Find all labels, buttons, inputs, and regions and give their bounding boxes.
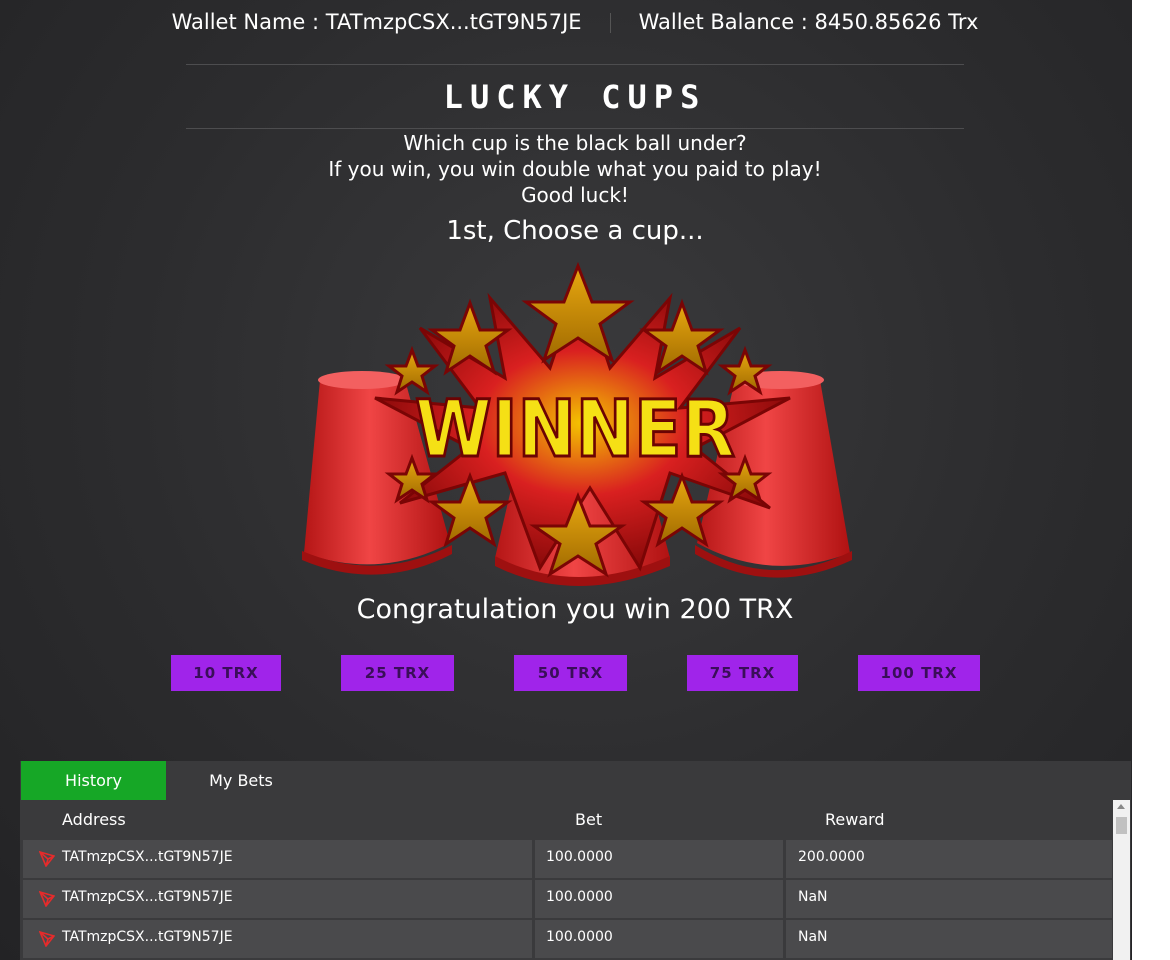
instruction-line: If you win, you win double what you paid… — [328, 157, 822, 181]
bet-cell: 100.0000 — [546, 929, 613, 945]
reward-cell: NaN — [798, 889, 828, 905]
column-header: Bet — [575, 810, 603, 829]
divider — [186, 128, 964, 129]
address-cell: TATmzpCSX...tGT9N57JE — [62, 849, 233, 865]
divider — [186, 64, 964, 65]
winner-banner: WINNER — [415, 385, 735, 475]
bet-75-button[interactable]: 75 TRX — [687, 655, 798, 691]
table-row[interactable]: TATmzpCSX...tGT9N57JE 100.0000 NaN — [23, 920, 1113, 958]
instructions: Which cup is the black ball under? If yo… — [0, 130, 1150, 208]
step-label: 1st, Choose a cup... — [446, 216, 704, 246]
tab-my-bets[interactable]: My Bets — [166, 761, 316, 800]
table-row[interactable]: TATmzpCSX...tGT9N57JE 100.0000 NaN — [23, 880, 1113, 918]
bet-25-button[interactable]: 25 TRX — [341, 655, 454, 691]
wallet-bar: Wallet Name : TATmzpCSX...tGT9N57JE Walle… — [0, 10, 1150, 34]
bet-50-button[interactable]: 50 TRX — [514, 655, 627, 691]
tron-icon — [39, 851, 55, 867]
wallet-name: Wallet Name : TATmzpCSX...tGT9N57JE — [171, 10, 582, 34]
address-cell: TATmzpCSX...tGT9N57JE — [62, 929, 233, 945]
column-header: Reward — [825, 810, 885, 829]
scroll-thumb[interactable] — [1116, 817, 1127, 834]
tron-icon — [39, 931, 55, 947]
table-scrollbar[interactable] — [1113, 800, 1130, 960]
bet-cell: 100.0000 — [546, 889, 613, 905]
address-cell: TATmzpCSX...tGT9N57JE — [62, 889, 233, 905]
history-panel: History My Bets Address Bet Reward TATmz… — [20, 761, 1131, 960]
bet-10-button[interactable]: 10 TRX — [171, 655, 281, 691]
column-header: Address — [62, 810, 126, 829]
instruction-line: Which cup is the black ball under? — [403, 131, 747, 155]
wallet-balance: Wallet Balance : 8450.85626 Trx — [638, 10, 979, 34]
reward-cell: 200.0000 — [798, 849, 865, 865]
tron-icon — [39, 891, 55, 907]
instruction-line: Good luck! — [521, 183, 629, 207]
bet-100-button[interactable]: 100 TRX — [858, 655, 980, 691]
scroll-up-icon[interactable] — [1117, 804, 1125, 809]
table-row[interactable]: TATmzpCSX...tGT9N57JE 100.0000 200.0000 — [23, 840, 1113, 878]
result-message: Congratulation you win 200 TRX — [356, 594, 794, 625]
bet-cell: 100.0000 — [546, 849, 613, 865]
cups-stage: WINNER — [290, 258, 870, 598]
tab-history[interactable]: History — [21, 761, 166, 800]
table-header: Address Bet Reward — [23, 805, 1113, 839]
reward-cell: NaN — [798, 929, 828, 945]
game-title: LUCKY CUPS — [443, 78, 707, 116]
